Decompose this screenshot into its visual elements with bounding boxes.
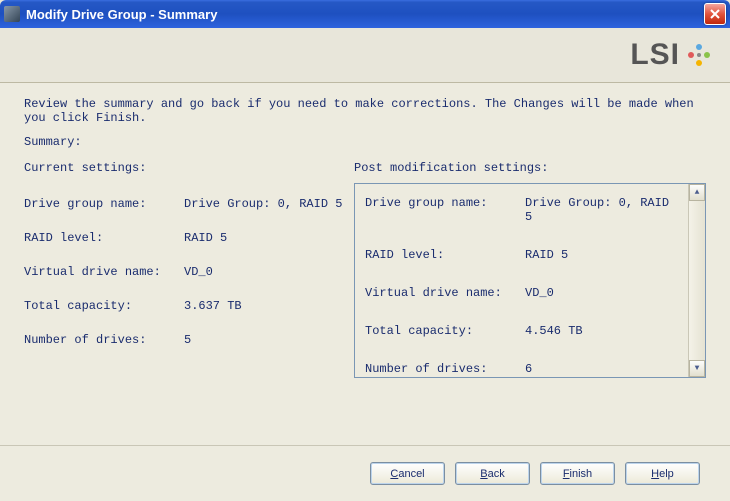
post-settings-heading: Post modification settings: xyxy=(354,161,706,175)
instruction-text: Review the summary and go back if you ne… xyxy=(24,97,706,125)
finish-button[interactable]: FinishFinish xyxy=(540,462,615,485)
value-post-vd-name: VD_0 xyxy=(525,286,678,300)
value-post-raid-level: RAID 5 xyxy=(525,248,678,262)
value-capacity: 3.637 TB xyxy=(184,299,344,313)
post-raid-level-row: RAID level: RAID 5 xyxy=(365,248,678,262)
lsi-logo: LSI xyxy=(630,38,712,72)
post-drive-group-row: Drive group name: Drive Group: 0, RAID 5 xyxy=(365,196,678,224)
window-title: Modify Drive Group - Summary xyxy=(26,7,704,22)
value-raid-level: RAID 5 xyxy=(184,231,344,245)
back-button[interactable]: BackBack xyxy=(455,462,530,485)
titlebar: Modify Drive Group - Summary xyxy=(0,0,730,28)
label-vd-name: Virtual drive name: xyxy=(24,265,184,279)
content-area: Review the summary and go back if you ne… xyxy=(0,83,730,445)
app-icon xyxy=(4,6,20,22)
label-post-drive-group: Drive group name: xyxy=(365,196,525,224)
current-raid-level-row: RAID level: RAID 5 xyxy=(24,231,344,245)
value-post-num-drives: 6 xyxy=(525,362,678,376)
close-button[interactable] xyxy=(704,3,726,25)
scrollbar[interactable]: ▲ ▼ xyxy=(688,184,705,377)
post-settings-column: Post modification settings: Drive group … xyxy=(354,161,706,378)
scroll-down-arrow[interactable]: ▼ xyxy=(689,360,705,377)
value-post-capacity: 4.546 TB xyxy=(525,324,678,338)
cancel-button[interactable]: CCancelancel xyxy=(370,462,445,485)
post-num-drives-row: Number of drives: 6 xyxy=(365,362,678,376)
label-drive-group: Drive group name: xyxy=(24,197,184,211)
header-band: LSI xyxy=(0,28,730,83)
label-post-num-drives: Number of drives: xyxy=(365,362,525,376)
scroll-track[interactable] xyxy=(689,201,705,360)
help-button[interactable]: HelpHelp xyxy=(625,462,700,485)
label-post-raid-level: RAID level: xyxy=(365,248,525,262)
value-num-drives: 5 xyxy=(184,333,344,347)
current-drive-group-row: Drive group name: Drive Group: 0, RAID 5 xyxy=(24,197,344,211)
footer-buttons: CCancelancel BackBack FinishFinish HelpH… xyxy=(0,445,730,501)
current-vd-name-row: Virtual drive name: VD_0 xyxy=(24,265,344,279)
current-settings-column: Current settings: Drive group name: Driv… xyxy=(24,161,344,378)
post-capacity-row: Total capacity: 4.546 TB xyxy=(365,324,678,338)
logo-text: LSI xyxy=(630,38,680,72)
current-settings-heading: Current settings: xyxy=(24,161,344,175)
lsi-star-icon xyxy=(686,42,712,68)
label-post-vd-name: Virtual drive name: xyxy=(365,286,525,300)
current-num-drives-row: Number of drives: 5 xyxy=(24,333,344,347)
label-capacity: Total capacity: xyxy=(24,299,184,313)
label-num-drives: Number of drives: xyxy=(24,333,184,347)
label-raid-level: RAID level: xyxy=(24,231,184,245)
scroll-up-arrow[interactable]: ▲ xyxy=(689,184,705,201)
post-vd-name-row: Virtual drive name: VD_0 xyxy=(365,286,678,300)
post-settings-content: Drive group name: Drive Group: 0, RAID 5… xyxy=(355,184,688,377)
value-vd-name: VD_0 xyxy=(184,265,344,279)
label-post-capacity: Total capacity: xyxy=(365,324,525,338)
current-capacity-row: Total capacity: 3.637 TB xyxy=(24,299,344,313)
value-drive-group: Drive Group: 0, RAID 5 xyxy=(184,197,344,211)
value-post-drive-group: Drive Group: 0, RAID 5 xyxy=(525,196,678,224)
post-settings-scrollbox: Drive group name: Drive Group: 0, RAID 5… xyxy=(354,183,706,378)
summary-label: Summary: xyxy=(24,135,706,149)
close-icon xyxy=(710,9,720,19)
